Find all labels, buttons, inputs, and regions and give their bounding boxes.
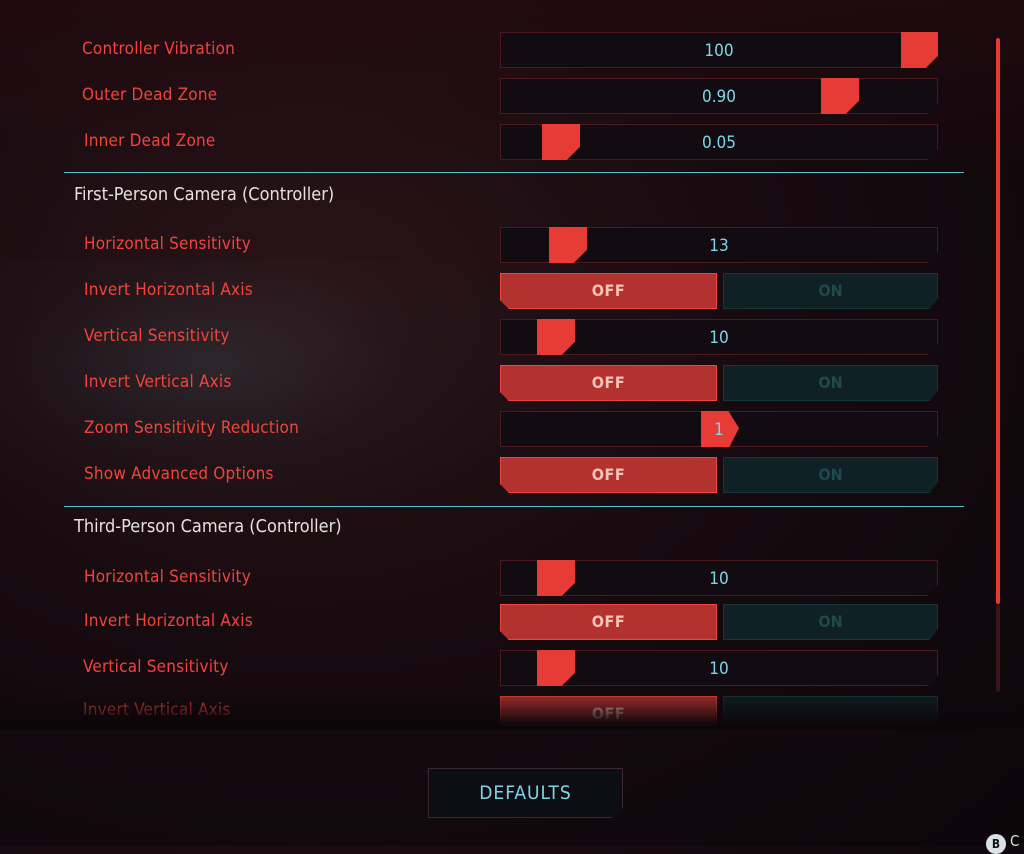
slider-fp-zoom-sensitivity-reduction[interactable]: 1 (500, 411, 938, 447)
label-fp-vertical-sensitivity: Vertical Sensitivity (84, 326, 230, 346)
slider-value: 0.05 (701, 133, 737, 153)
scrollbar-track[interactable] (996, 604, 1000, 692)
label-inner-dead-zone: Inner Dead Zone (84, 131, 216, 151)
defaults-button[interactable]: DEFAULTS (428, 768, 623, 818)
label-fp-invert-vertical: Invert Vertical Axis (84, 372, 232, 392)
label-tp-invert-vertical: Invert Vertical Axis (83, 700, 231, 720)
row-tp-invert-vertical: Invert Vertical Axis OFF (0, 696, 1024, 726)
toggle-off-option[interactable]: OFF (500, 273, 717, 309)
toggle-on-option[interactable]: ON (723, 365, 938, 401)
row-tp-vertical-sensitivity: Vertical Sensitivity 10 (0, 650, 1024, 690)
b-button-label: C (1010, 832, 1020, 850)
label-outer-dead-zone: Outer Dead Zone (82, 85, 218, 105)
row-fp-vertical-sensitivity: Vertical Sensitivity 10 (0, 319, 1024, 359)
toggle-tp-invert-vertical[interactable]: OFF (500, 696, 938, 726)
row-inner-dead-zone: Inner Dead Zone 0.05 (0, 124, 1024, 164)
section-divider (64, 506, 964, 507)
slider-tp-vertical-sensitivity[interactable]: 10 (500, 650, 938, 686)
slider-value: 10 (709, 659, 729, 679)
row-fp-invert-horizontal: Invert Horizontal Axis OFF ON (0, 273, 1024, 313)
toggle-off-option[interactable]: OFF (500, 457, 717, 493)
section-divider (64, 172, 964, 173)
toggle-off-option[interactable]: OFF (500, 696, 717, 726)
slider-value: 13 (709, 236, 729, 256)
toggle-tp-invert-horizontal[interactable]: OFF ON (500, 604, 938, 640)
slider-controller-vibration[interactable]: 100 (500, 32, 938, 68)
toggle-on-option[interactable]: ON (723, 604, 938, 640)
toggle-fp-invert-vertical[interactable]: OFF ON (500, 365, 938, 401)
label-fp-zoom-sensitivity-reduction: Zoom Sensitivity Reduction (84, 418, 300, 438)
slider-fp-horizontal-sensitivity[interactable]: 13 (500, 227, 938, 263)
row-fp-zoom-sensitivity-reduction: Zoom Sensitivity Reduction 1 (0, 411, 1024, 451)
row-outer-dead-zone: Outer Dead Zone 0.90 (0, 78, 1024, 118)
slider-value: 10 (709, 569, 729, 589)
toggle-fp-show-advanced[interactable]: OFF ON (500, 457, 938, 493)
label-tp-invert-horizontal: Invert Horizontal Axis (84, 611, 253, 631)
toggle-on-option[interactable] (723, 696, 938, 726)
slider-outer-dead-zone[interactable]: 0.90 (500, 78, 938, 114)
label-fp-horizontal-sensitivity: Horizontal Sensitivity (84, 234, 251, 254)
label-controller-vibration: Controller Vibration (82, 39, 236, 59)
slider-value: 10 (709, 328, 729, 348)
b-button-icon: B (986, 834, 1006, 854)
slider-value: 1 (714, 420, 724, 440)
row-fp-horizontal-sensitivity: Horizontal Sensitivity 13 (0, 227, 1024, 267)
label-fp-invert-horizontal: Invert Horizontal Axis (84, 280, 253, 300)
toggle-off-option[interactable]: OFF (500, 365, 717, 401)
toggle-fp-invert-horizontal[interactable]: OFF ON (500, 273, 938, 309)
toggle-off-option[interactable]: OFF (500, 604, 717, 640)
label-tp-vertical-sensitivity: Vertical Sensitivity (83, 657, 229, 677)
slider-value: 0.90 (701, 87, 737, 107)
row-controller-vibration: Controller Vibration 100 (0, 32, 1024, 72)
section-title-first-person: First-Person Camera (Controller) (74, 184, 335, 205)
label-fp-show-advanced: Show Advanced Options (84, 464, 274, 484)
label-tp-horizontal-sensitivity: Horizontal Sensitivity (84, 567, 251, 587)
row-fp-invert-vertical: Invert Vertical Axis OFF ON (0, 365, 1024, 405)
slider-inner-dead-zone[interactable]: 0.05 (500, 124, 938, 160)
toggle-on-option[interactable]: ON (723, 457, 938, 493)
row-tp-horizontal-sensitivity: Horizontal Sensitivity 10 (0, 560, 1024, 600)
toggle-on-option[interactable]: ON (723, 273, 938, 309)
slider-fp-vertical-sensitivity[interactable]: 10 (500, 319, 938, 355)
slider-value: 100 (704, 41, 734, 61)
slider-tp-horizontal-sensitivity[interactable]: 10 (500, 560, 938, 596)
row-fp-show-advanced: Show Advanced Options OFF ON (0, 457, 1024, 497)
row-tp-invert-horizontal: Invert Horizontal Axis OFF ON (0, 604, 1024, 644)
section-title-third-person: Third-Person Camera (Controller) (74, 516, 342, 537)
scrollbar-thumb[interactable] (996, 38, 1000, 604)
